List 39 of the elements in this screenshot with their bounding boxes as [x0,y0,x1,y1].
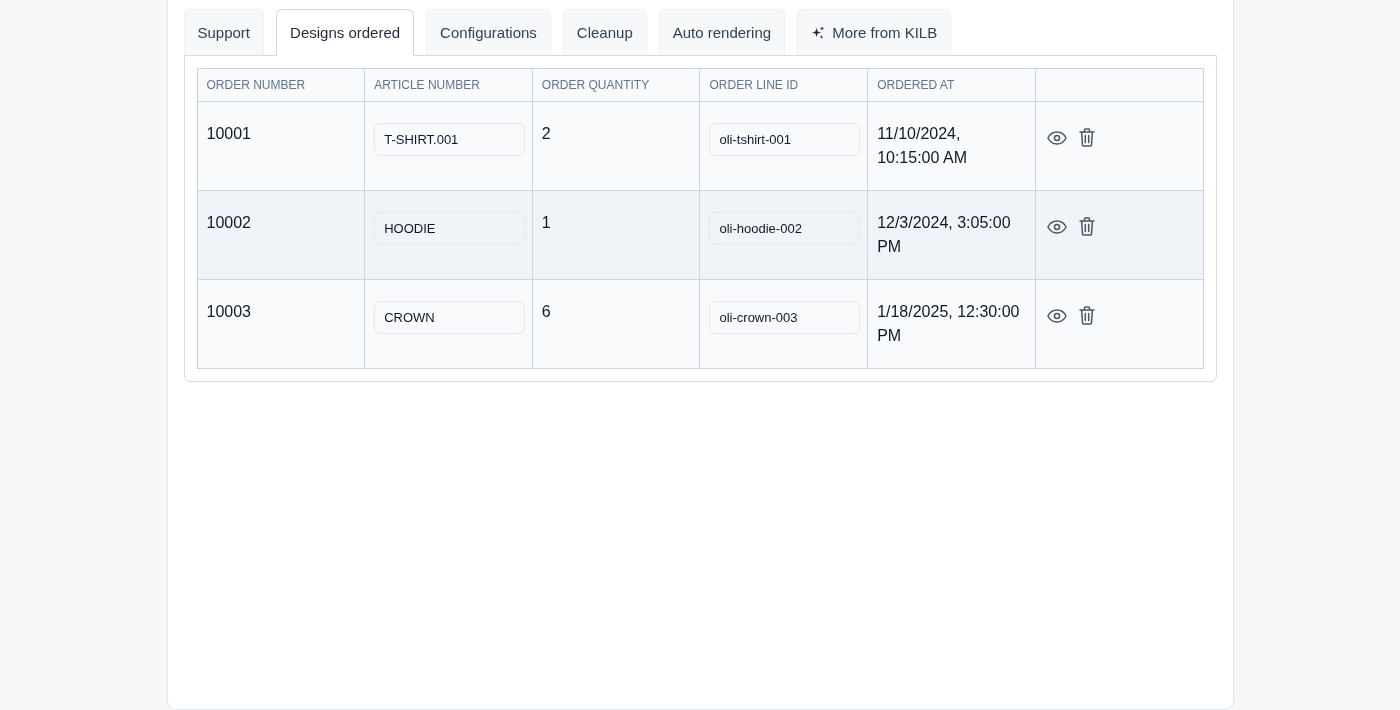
order-line-id-field[interactable]: oli-hoodie-002 [709,212,861,245]
view-button[interactable] [1044,306,1069,325]
column-header: ARTICLE NUMBER [364,68,533,102]
view-button[interactable] [1044,217,1069,236]
article-number-field[interactable]: HOODIE [374,212,526,245]
table-cell: 6 [532,279,700,369]
table-cell: 11/10/2024, 10:15:00 AM [867,101,1036,191]
eye-icon [1046,308,1067,323]
table-cell: 12/3/2024, 3:05:00 PM [867,190,1036,280]
delete-button[interactable] [1076,126,1097,149]
table-cell: 10003 [197,279,365,369]
tab[interactable]: Auto rendering [658,9,786,55]
view-button[interactable] [1044,128,1069,147]
trash-icon [1078,128,1095,147]
tab[interactable]: Configurations [426,9,551,55]
table-cell: 1/18/2025, 12:30:00 PM [867,279,1036,369]
column-header: ORDER LINE ID [699,68,868,102]
column-header: ORDER QUANTITY [532,68,700,102]
tab[interactable]: Designs ordered [276,9,415,56]
order-line-id-field[interactable]: oli-tshirt-001 [709,123,861,156]
table-cell: 10002 [197,190,365,280]
delete-button[interactable] [1076,215,1097,238]
order-line-id-field[interactable]: oli-crown-003 [709,301,861,334]
trash-icon [1078,306,1095,325]
eye-icon [1046,130,1067,145]
tab[interactable]: Cleanup [562,9,647,55]
article-number-field[interactable]: CROWN [374,301,526,334]
table-cell: 1 [532,190,700,280]
sparkle-icon [811,25,826,40]
table-cell: 10001 [197,101,365,191]
delete-button[interactable] [1076,304,1097,327]
table-cell: 2 [532,101,700,191]
tab[interactable]: Support [183,9,265,55]
column-header: ORDER NUMBER [197,68,365,102]
eye-icon [1046,219,1067,234]
article-number-field[interactable]: T-SHIRT.001 [374,123,526,156]
trash-icon [1078,217,1095,236]
column-header: ORDERED AT [867,68,1036,102]
tab[interactable]: More from KILB [797,9,952,55]
